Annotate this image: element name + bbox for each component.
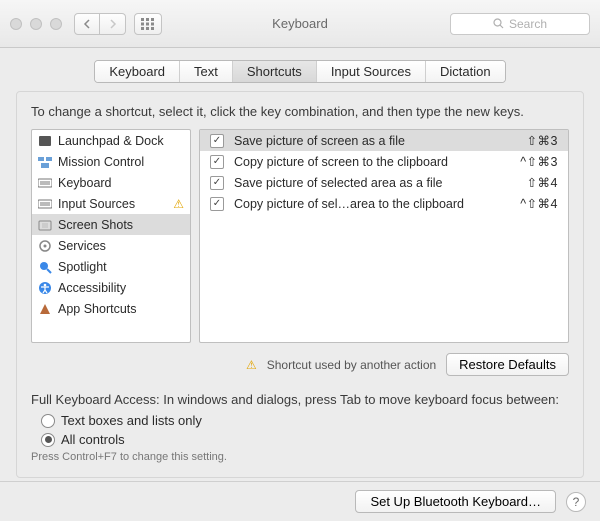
category-item-app-shortcuts[interactable]: App Shortcuts (32, 298, 190, 319)
shortcut-row[interactable]: Save picture of screen as a file ⇧⌘3 (200, 130, 568, 151)
category-label: Spotlight (58, 260, 107, 274)
shortcut-checkbox[interactable] (210, 134, 224, 148)
warning-icon: ⚠ (246, 358, 257, 372)
fka-option[interactable]: All controls (41, 432, 569, 447)
radio-icon[interactable] (41, 433, 55, 447)
shortcut-label: Copy picture of sel…area to the clipboar… (234, 197, 510, 211)
shortcut-keys[interactable]: ⇧⌘4 (527, 175, 558, 190)
help-button[interactable]: ? (566, 492, 586, 512)
minimize-window-icon[interactable] (30, 18, 42, 30)
panel-footer: ⚠ Shortcut used by another action Restor… (31, 353, 569, 376)
shortcut-checkbox[interactable] (210, 176, 224, 190)
category-item-launchpad-dock[interactable]: Launchpad & Dock (32, 130, 190, 151)
bottom-bar: Set Up Bluetooth Keyboard… ? (0, 481, 600, 521)
keyboard-icon (38, 176, 52, 190)
category-item-keyboard[interactable]: Keyboard (32, 172, 190, 193)
category-label: Mission Control (58, 155, 144, 169)
shortcut-checkbox[interactable] (210, 155, 224, 169)
category-label: Launchpad & Dock (58, 134, 164, 148)
fka-radio-group: Text boxes and lists only All controls (41, 413, 569, 447)
tab-text[interactable]: Text (180, 61, 233, 82)
tab-dictation[interactable]: Dictation (426, 61, 505, 82)
launchpad-icon (38, 134, 52, 148)
fka-label: Full Keyboard Access: In windows and dia… (31, 392, 569, 407)
screenshot-icon (38, 218, 52, 232)
accessibility-icon (38, 281, 52, 295)
setup-bluetooth-button[interactable]: Set Up Bluetooth Keyboard… (355, 490, 556, 513)
fka-hint: Press Control+F7 to change this setting. (31, 451, 569, 463)
shortcut-row[interactable]: Copy picture of screen to the clipboard ^… (200, 151, 568, 172)
titlebar: Keyboard Search (0, 0, 600, 48)
radio-icon[interactable] (41, 414, 55, 428)
back-button[interactable] (74, 13, 100, 35)
restore-defaults-button[interactable]: Restore Defaults (446, 353, 569, 376)
shortcut-keys[interactable]: ⇧⌘3 (527, 133, 558, 148)
category-item-mission-control[interactable]: Mission Control (32, 151, 190, 172)
close-window-icon[interactable] (10, 18, 22, 30)
warning-icon: ⚠ (173, 197, 184, 211)
shortcut-label: Save picture of screen as a file (234, 134, 517, 148)
category-label: App Shortcuts (58, 302, 137, 316)
show-all-button[interactable] (134, 13, 162, 35)
shortcut-list[interactable]: Save picture of screen as a file ⇧⌘3 Copy … (199, 129, 569, 343)
shortcut-keys[interactable]: ^⇧⌘3 (520, 154, 558, 169)
zoom-window-icon[interactable] (50, 18, 62, 30)
tabs: KeyboardTextShortcutsInput SourcesDictat… (0, 60, 600, 83)
shortcut-keys[interactable]: ^⇧⌘4 (520, 196, 558, 211)
shortcut-label: Save picture of selected area as a file (234, 176, 517, 190)
category-label: Services (58, 239, 106, 253)
tab-keyboard[interactable]: Keyboard (95, 61, 180, 82)
spotlight-icon (38, 260, 52, 274)
app-shortcuts-icon (38, 302, 52, 316)
keyboard-icon (38, 197, 52, 211)
conflict-notice: Shortcut used by another action (267, 358, 436, 372)
category-list[interactable]: Launchpad & Dock Mission Control Keyboard I… (31, 129, 191, 343)
shortcut-row[interactable]: Copy picture of sel…area to the clipboar… (200, 193, 568, 214)
category-item-services[interactable]: Services (32, 235, 190, 256)
shortcuts-panel: To change a shortcut, select it, click t… (16, 91, 584, 478)
forward-button[interactable] (100, 13, 126, 35)
mission-control-icon (38, 155, 52, 169)
category-label: Screen Shots (58, 218, 133, 232)
search-input[interactable]: Search (450, 13, 590, 35)
window-controls (10, 18, 62, 30)
tab-shortcuts[interactable]: Shortcuts (233, 61, 317, 82)
fka-option-label: Text boxes and lists only (61, 413, 202, 428)
search-placeholder: Search (509, 17, 547, 31)
category-item-accessibility[interactable]: Accessibility (32, 277, 190, 298)
category-label: Accessibility (58, 281, 126, 295)
tab-input-sources[interactable]: Input Sources (317, 61, 426, 82)
category-label: Input Sources (58, 197, 135, 211)
fka-option-label: All controls (61, 432, 125, 447)
category-item-spotlight[interactable]: Spotlight (32, 256, 190, 277)
shortcut-checkbox[interactable] (210, 197, 224, 211)
nav-buttons (74, 13, 126, 35)
category-item-input-sources[interactable]: Input Sources ⚠ (32, 193, 190, 214)
fka-option[interactable]: Text boxes and lists only (41, 413, 569, 428)
category-item-screen-shots[interactable]: Screen Shots (32, 214, 190, 235)
shortcut-row[interactable]: Save picture of selected area as a file ⇧… (200, 172, 568, 193)
instruction-text: To change a shortcut, select it, click t… (31, 104, 569, 119)
shortcut-label: Copy picture of screen to the clipboard (234, 155, 510, 169)
services-icon (38, 239, 52, 253)
category-label: Keyboard (58, 176, 112, 190)
search-icon (493, 18, 504, 29)
